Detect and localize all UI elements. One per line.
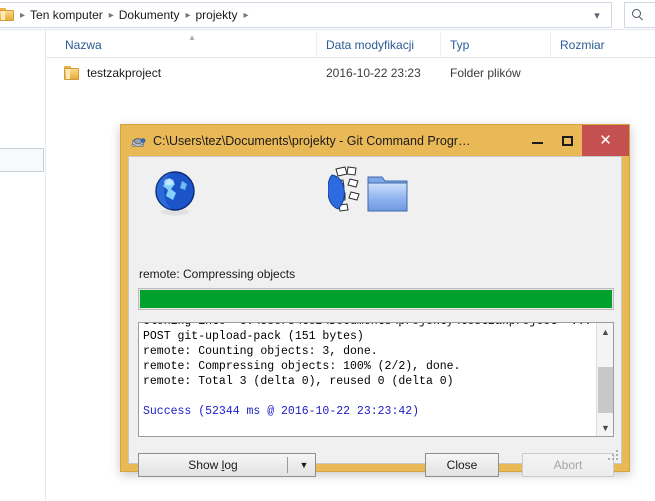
caret-down-icon[interactable]: ▼ — [296, 460, 312, 470]
search-icon — [632, 8, 645, 22]
breadcrumb[interactable]: ▸ Ten komputer ▸ Dokumenty ▸ projekty ▸ … — [0, 2, 612, 28]
copy-files-animation-icon — [327, 165, 410, 223]
console-scrollbar[interactable]: ▲ ▼ — [596, 323, 613, 436]
chevron-up-icon[interactable]: ▲ — [597, 323, 613, 340]
folder-icon — [64, 66, 80, 80]
console-line: Cloning into 'C:\Users\tez\Documents\pro… — [143, 323, 596, 329]
dialog-titlebar[interactable]: C:\Users\tez\Documents\projekty - Git Co… — [121, 125, 629, 156]
console-line: POST git-upload-pack (151 bytes) — [143, 330, 364, 343]
show-log-label-after: og — [224, 458, 238, 472]
maximize-button[interactable] — [552, 125, 582, 156]
breadcrumb-item-projekty[interactable]: projekty — [193, 8, 241, 22]
column-header-row: Nazwa ▴ Data modyfikacji Typ Rozmiar — [46, 32, 655, 58]
table-row[interactable]: testzakproject 2016-10-22 23:23 Folder p… — [46, 60, 655, 86]
column-header-label: Nazwa — [65, 38, 102, 52]
address-bar: ▸ Ten komputer ▸ Dokumenty ▸ projekty ▸ … — [0, 0, 655, 30]
globe-icon — [149, 167, 201, 219]
dialog-title: C:\Users\tez\Documents\projekty - Git Co… — [153, 133, 471, 148]
scrollbar-thumb[interactable] — [598, 367, 613, 413]
breadcrumb-separator-0: ▸ — [20, 9, 26, 21]
close-dialog-button[interactable]: Close — [425, 453, 499, 477]
git-tortoise-icon — [130, 133, 146, 149]
abort-button: Abort — [522, 453, 614, 477]
column-header-label: Data modyfikacji — [326, 38, 415, 52]
column-header-label: Rozmiar — [560, 38, 605, 52]
chevron-down-icon[interactable]: ▾ — [591, 10, 603, 22]
progress-bar — [138, 288, 614, 310]
chevron-down-icon[interactable]: ▼ — [597, 419, 613, 436]
abort-button-label: Abort — [553, 458, 583, 472]
sidebar-item-places[interactable]: ejsca — [0, 30, 46, 52]
show-log-divider — [287, 457, 288, 473]
navigation-pane — [0, 30, 46, 501]
breadcrumb-item-dokumenty[interactable]: Dokumenty — [116, 8, 183, 22]
column-header-rozmiar[interactable]: Rozmiar — [550, 32, 655, 58]
file-type-cell: Folder plików — [450, 66, 521, 80]
breadcrumb-item-ten-komputer[interactable]: Ten komputer — [27, 8, 106, 22]
sort-ascending-icon: ▴ — [189, 32, 195, 42]
breadcrumb-separator-3[interactable]: ▸ — [241, 10, 251, 21]
show-log-label-before: Show — [188, 458, 222, 472]
dialog-button-row: Show log ▼ Close Abort — [129, 453, 621, 483]
console-line: remote: Compressing objects: 100% (2/2),… — [143, 360, 461, 373]
column-header-data-modyfikacji[interactable]: Data modyfikacji — [316, 32, 432, 58]
console-output[interactable]: Cloning into 'C:\Users\tez\Documents\pro… — [138, 322, 614, 437]
close-button[interactable]: ✕ — [582, 125, 629, 156]
show-log-label: Show log — [139, 458, 287, 472]
show-log-button[interactable]: Show log ▼ — [138, 453, 316, 477]
git-command-progress-dialog: C:\Users\tez\Documents\projekty - Git Co… — [120, 124, 630, 477]
console-text: Cloning into 'C:\Users\tez\Documents\pro… — [139, 323, 596, 436]
column-header-typ[interactable]: Typ — [440, 32, 548, 58]
console-line: Success (52344 ms @ 2016-10-22 23:23:42) — [143, 405, 420, 418]
sidebar-search-field[interactable]: r — [0, 148, 44, 172]
dialog-icon-row — [129, 163, 621, 235]
search-input[interactable] — [624, 2, 655, 28]
progress-bar-fill — [140, 290, 612, 308]
status-text: remote: Compressing objects — [139, 267, 296, 281]
console-line: remote: Total 3 (delta 0), reused 0 (del… — [143, 375, 454, 388]
console-line: remote: Counting objects: 3, done. — [143, 345, 378, 358]
window-controls: ✕ — [522, 125, 629, 156]
resize-grip-icon[interactable] — [606, 448, 618, 460]
file-name-cell[interactable]: testzakproject — [64, 60, 161, 86]
column-header-nazwa[interactable]: Nazwa — [56, 32, 316, 58]
breadcrumb-separator-2[interactable]: ▸ — [182, 10, 192, 21]
file-name-label: testzakproject — [87, 66, 162, 80]
column-header-label: Typ — [450, 38, 470, 52]
minimize-button[interactable] — [522, 125, 552, 156]
folder-icon — [0, 8, 15, 22]
close-button-label: Close — [446, 458, 478, 472]
dialog-body: remote: Compressing objects Cloning into… — [128, 156, 622, 477]
breadcrumb-separator-1[interactable]: ▸ — [106, 10, 116, 21]
close-icon: ✕ — [599, 131, 612, 149]
file-date-cell: 2016-10-22 23:23 — [326, 66, 421, 80]
